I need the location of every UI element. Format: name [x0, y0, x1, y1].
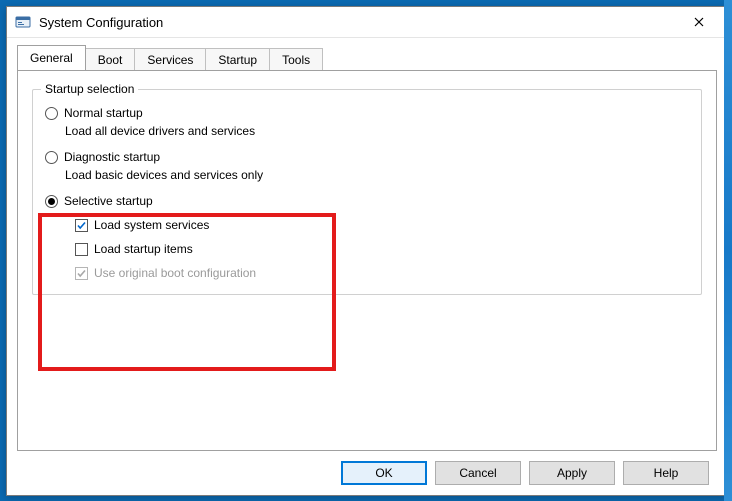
tab-strip: General Boot Services Startup Tools [17, 46, 717, 70]
tab-services[interactable]: Services [134, 48, 206, 71]
selective-startup-radio[interactable] [45, 195, 58, 208]
apply-button-label: Apply [557, 466, 587, 480]
cancel-button-label: Cancel [459, 466, 496, 480]
tab-startup[interactable]: Startup [205, 48, 270, 71]
load-startup-items-option[interactable]: Load startup items [75, 242, 689, 256]
use-original-boot-label: Use original boot configuration [94, 266, 256, 280]
tab-services-label: Services [147, 53, 193, 67]
load-system-services-checkbox[interactable] [75, 219, 88, 232]
normal-startup-option[interactable]: Normal startup [45, 106, 689, 120]
checkmark-icon [76, 220, 87, 231]
help-button[interactable]: Help [623, 461, 709, 485]
use-original-boot-checkbox [75, 267, 88, 280]
load-startup-items-checkbox[interactable] [75, 243, 88, 256]
tab-page-general: Startup selection Normal startup Load al… [17, 70, 717, 451]
startup-selection-group: Startup selection Normal startup Load al… [32, 89, 702, 295]
cancel-button[interactable]: Cancel [435, 461, 521, 485]
tab-general[interactable]: General [17, 45, 86, 70]
help-button-label: Help [654, 466, 679, 480]
ok-button-label: OK [375, 466, 392, 480]
load-startup-items-label: Load startup items [94, 242, 193, 256]
close-button[interactable] [679, 8, 719, 36]
normal-startup-radio[interactable] [45, 107, 58, 120]
tab-startup-label: Startup [218, 53, 257, 67]
tab-general-label: General [30, 51, 73, 65]
selective-startup-label: Selective startup [64, 194, 153, 208]
checkmark-icon [76, 268, 87, 279]
tab-boot[interactable]: Boot [85, 48, 136, 71]
msconfig-icon [15, 14, 31, 30]
system-configuration-window: System Configuration General Boot Servic… [6, 6, 728, 496]
selective-startup-option[interactable]: Selective startup [45, 194, 689, 208]
apply-button[interactable]: Apply [529, 461, 615, 485]
tab-boot-label: Boot [98, 53, 123, 67]
diagnostic-startup-radio[interactable] [45, 151, 58, 164]
diagnostic-startup-label: Diagnostic startup [64, 150, 160, 164]
diagnostic-startup-desc: Load basic devices and services only [65, 168, 689, 182]
normal-startup-desc: Load all device drivers and services [65, 124, 689, 138]
close-icon [694, 17, 704, 27]
normal-startup-label: Normal startup [64, 106, 143, 120]
ok-button[interactable]: OK [341, 461, 427, 485]
tab-tools[interactable]: Tools [269, 48, 323, 71]
tab-tools-label: Tools [282, 53, 310, 67]
window-title: System Configuration [39, 15, 679, 30]
load-system-services-option[interactable]: Load system services [75, 218, 689, 232]
diagnostic-startup-option[interactable]: Diagnostic startup [45, 150, 689, 164]
group-legend: Startup selection [41, 82, 138, 96]
dialog-button-row: OK Cancel Apply Help [17, 451, 717, 485]
load-system-services-label: Load system services [94, 218, 209, 232]
use-original-boot-option: Use original boot configuration [75, 266, 689, 280]
titlebar: System Configuration [7, 7, 727, 38]
desktop-background: System Configuration General Boot Servic… [0, 0, 732, 501]
client-area: General Boot Services Startup Tools Star… [7, 38, 727, 495]
selective-sub-options: Load system services Load startup items [75, 218, 689, 280]
